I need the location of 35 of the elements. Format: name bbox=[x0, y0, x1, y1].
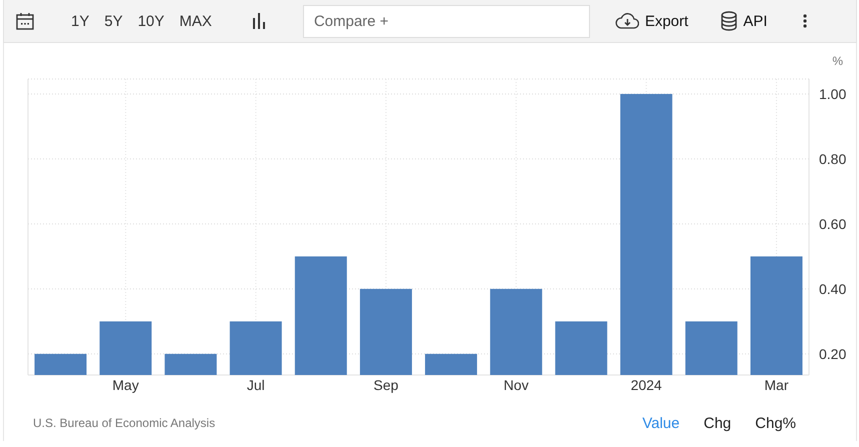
y-axis-label: 0.60 bbox=[819, 216, 846, 232]
calendar-icon[interactable] bbox=[16, 12, 34, 30]
view-tab[interactable]: Chg bbox=[704, 414, 732, 432]
y-axis-label: 0.40 bbox=[819, 280, 846, 297]
view-tab[interactable]: Value bbox=[642, 414, 680, 432]
api-button[interactable]: API bbox=[721, 11, 768, 31]
x-axis-label: May bbox=[112, 377, 139, 393]
database-icon bbox=[721, 11, 738, 31]
cloud-download-icon bbox=[614, 12, 639, 30]
bar bbox=[100, 321, 152, 375]
period-button[interactable]: 1Y bbox=[71, 12, 90, 30]
bar bbox=[230, 321, 282, 375]
x-axis-label: 2024 bbox=[630, 377, 662, 393]
export-button[interactable]: Export bbox=[614, 12, 688, 30]
bar bbox=[34, 354, 87, 375]
bar bbox=[164, 354, 217, 375]
more-menu-icon[interactable] bbox=[803, 14, 808, 28]
bar bbox=[425, 354, 478, 375]
y-axis-label: 0.20 bbox=[819, 346, 846, 362]
x-axis-label: Jul bbox=[246, 377, 265, 393]
bar bbox=[685, 321, 738, 375]
y-axis-label: 1.00 bbox=[819, 86, 846, 102]
x-axis-label: Nov bbox=[504, 377, 529, 393]
period-button[interactable]: MAX bbox=[179, 12, 212, 30]
period-button[interactable]: 10Y bbox=[138, 12, 164, 30]
compare-field[interactable]: Compare + bbox=[302, 4, 590, 38]
x-axis-label: Sep bbox=[374, 377, 398, 393]
unit-label: % bbox=[832, 54, 843, 68]
period-button[interactable]: 5Y bbox=[104, 12, 123, 30]
view-tab[interactable]: Chg% bbox=[755, 414, 796, 432]
x-axis-label: Mar bbox=[764, 377, 789, 393]
y-axis-label: 0.80 bbox=[819, 150, 846, 167]
source-text: U.S. Bureau of Economic Analysis bbox=[33, 416, 216, 430]
bar bbox=[555, 321, 608, 375]
bar-chart-icon[interactable] bbox=[252, 13, 267, 29]
